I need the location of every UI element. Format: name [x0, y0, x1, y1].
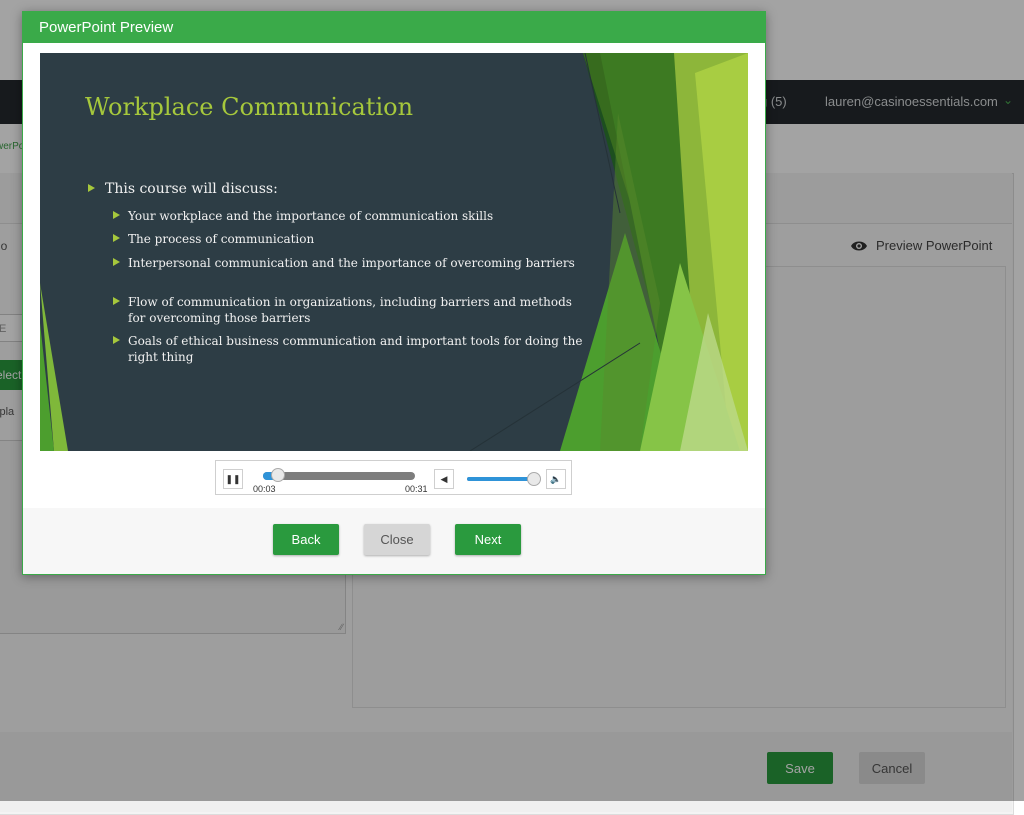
slide-view: Workplace Communication This course will…: [40, 53, 748, 451]
slide-bullet: Goals of ethical business communication …: [113, 333, 583, 365]
bullet-triangle-icon: [113, 234, 120, 242]
slide-bullet: Interpersonal communication and the impo…: [113, 255, 583, 271]
close-button[interactable]: Close: [364, 524, 430, 555]
rewind-button[interactable]: ◀: [434, 469, 454, 489]
slide-bullet: The process of communication: [113, 231, 583, 247]
modal-title: PowerPoint Preview: [39, 19, 174, 36]
progress-handle[interactable]: [271, 468, 286, 482]
powerpoint-preview-modal: PowerPoint Preview Workplace Communicati…: [22, 11, 766, 575]
pause-button[interactable]: ❚❚: [223, 469, 243, 489]
modal-footer: Back Close Next: [23, 508, 765, 574]
slide-bullet: Flow of communication in organizations, …: [113, 294, 583, 326]
back-button[interactable]: Back: [273, 524, 339, 555]
bullet-triangle-icon: [113, 211, 120, 219]
duration-time: 00:31: [405, 484, 428, 494]
current-time: 00:03: [253, 484, 276, 494]
next-button[interactable]: Next: [455, 524, 521, 555]
modal-header: PowerPoint Preview: [23, 12, 765, 43]
speaker-icon: 🔈: [550, 474, 562, 484]
volume-slider[interactable]: [467, 472, 542, 486]
bullet-triangle-icon: [88, 184, 95, 192]
rewind-icon: ◀: [440, 474, 448, 484]
progress-slider[interactable]: [263, 468, 415, 482]
audio-player: ❚❚ 00:03 00:31 ◀ 🔈: [215, 460, 572, 495]
bullet-triangle-icon: [113, 336, 120, 344]
slide-bullet: Your workplace and the importance of com…: [113, 208, 583, 224]
bullet-triangle-icon: [113, 297, 120, 305]
mute-button[interactable]: 🔈: [546, 469, 566, 489]
volume-handle[interactable]: [527, 472, 542, 486]
slide-title: Workplace Communication: [85, 93, 414, 121]
bullet-triangle-icon: [113, 258, 120, 266]
volume-fill: [467, 477, 535, 481]
slide-bullet: This course will discuss:: [88, 181, 588, 197]
pause-icon: ❚❚: [225, 474, 241, 484]
